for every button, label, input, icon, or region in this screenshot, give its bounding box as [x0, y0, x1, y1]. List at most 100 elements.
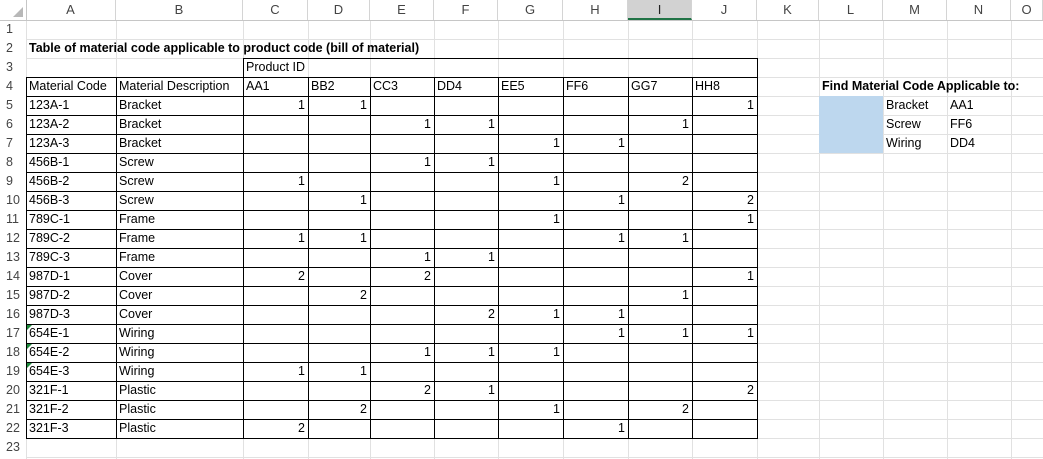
quantity-cell[interactable]: 1	[628, 229, 692, 248]
material-description-cell[interactable]: Wiring	[116, 343, 243, 362]
select-all-corner[interactable]	[0, 0, 27, 20]
quantity-cell[interactable]	[308, 115, 370, 134]
quantity-cell[interactable]: 1	[563, 134, 628, 153]
material-description-cell[interactable]: Wiring	[116, 324, 243, 343]
material-code-cell[interactable]: 456B-1	[26, 153, 116, 172]
row-header-1[interactable]: 1	[0, 20, 26, 39]
quantity-cell[interactable]	[628, 210, 692, 229]
material-description-cell[interactable]: Screw	[116, 191, 243, 210]
quantity-cell[interactable]: 2	[370, 381, 434, 400]
row-header-10[interactable]: 10	[0, 191, 26, 210]
quantity-cell[interactable]: 1	[563, 419, 628, 438]
quantity-cell[interactable]: 1	[308, 191, 370, 210]
quantity-cell[interactable]	[692, 305, 757, 324]
quantity-cell[interactable]	[243, 305, 308, 324]
quantity-cell[interactable]: 2	[692, 381, 757, 400]
quantity-cell[interactable]	[498, 96, 563, 115]
quantity-cell[interactable]	[370, 362, 434, 381]
material-description-cell[interactable]: Cover	[116, 305, 243, 324]
table-header-cell[interactable]: HH8	[692, 77, 757, 96]
quantity-cell[interactable]: 1	[628, 324, 692, 343]
material-description-cell[interactable]: Frame	[116, 248, 243, 267]
quantity-cell[interactable]: 1	[243, 362, 308, 381]
table-header-cell[interactable]: Material Description	[116, 77, 243, 96]
row-header-5[interactable]: 5	[0, 96, 26, 115]
quantity-cell[interactable]	[434, 210, 498, 229]
table-header-cell[interactable]: GG7	[628, 77, 692, 96]
quantity-cell[interactable]	[563, 153, 628, 172]
table-header-cell[interactable]: BB2	[308, 77, 370, 96]
quantity-cell[interactable]: 1	[563, 305, 628, 324]
quantity-cell[interactable]	[563, 400, 628, 419]
lookup-product-cell[interactable]: DD4	[947, 134, 978, 153]
row-header-7[interactable]: 7	[0, 134, 26, 153]
quantity-cell[interactable]	[308, 343, 370, 362]
quantity-cell[interactable]	[434, 229, 498, 248]
quantity-cell[interactable]	[370, 134, 434, 153]
lookup-description-cell[interactable]: Screw	[883, 115, 924, 134]
material-code-cell[interactable]: 789C-1	[26, 210, 116, 229]
table-header-cell[interactable]: FF6	[563, 77, 628, 96]
material-description-cell[interactable]: Wiring	[116, 362, 243, 381]
quantity-cell[interactable]	[692, 115, 757, 134]
row-header-16[interactable]: 16	[0, 305, 26, 324]
row-header-6[interactable]: 6	[0, 115, 26, 134]
column-header-l[interactable]: L	[819, 0, 883, 20]
row-header-19[interactable]: 19	[0, 362, 26, 381]
quantity-cell[interactable]	[563, 248, 628, 267]
quantity-cell[interactable]: 1	[308, 96, 370, 115]
row-header-9[interactable]: 9	[0, 172, 26, 191]
quantity-cell[interactable]	[628, 191, 692, 210]
material-code-cell[interactable]: 987D-1	[26, 267, 116, 286]
quantity-cell[interactable]	[563, 210, 628, 229]
material-description-cell[interactable]: Bracket	[116, 115, 243, 134]
quantity-cell[interactable]	[692, 248, 757, 267]
quantity-cell[interactable]	[498, 229, 563, 248]
quantity-cell[interactable]	[308, 305, 370, 324]
quantity-cell[interactable]: 1	[498, 305, 563, 324]
quantity-cell[interactable]: 1	[370, 343, 434, 362]
quantity-cell[interactable]: 1	[692, 210, 757, 229]
quantity-cell[interactable]: 1	[628, 115, 692, 134]
quantity-cell[interactable]	[498, 324, 563, 343]
row-header-4[interactable]: 4	[0, 77, 26, 96]
quantity-cell[interactable]	[498, 153, 563, 172]
quantity-cell[interactable]	[563, 267, 628, 286]
row-header-8[interactable]: 8	[0, 153, 26, 172]
quantity-cell[interactable]: 1	[243, 172, 308, 191]
table-header-cell[interactable]: EE5	[498, 77, 563, 96]
quantity-cell[interactable]	[370, 96, 434, 115]
quantity-cell[interactable]	[692, 286, 757, 305]
quantity-cell[interactable]: 1	[498, 343, 563, 362]
quantity-cell[interactable]: 1	[498, 172, 563, 191]
column-header-g[interactable]: G	[498, 0, 563, 20]
quantity-cell[interactable]: 1	[308, 362, 370, 381]
quantity-cell[interactable]: 1	[434, 115, 498, 134]
quantity-cell[interactable]	[308, 248, 370, 267]
quantity-cell[interactable]	[434, 134, 498, 153]
quantity-cell[interactable]	[692, 419, 757, 438]
material-description-cell[interactable]: Plastic	[116, 381, 243, 400]
column-header-h[interactable]: H	[563, 0, 628, 20]
quantity-cell[interactable]	[308, 381, 370, 400]
material-code-cell[interactable]: 654E-1	[26, 324, 116, 343]
quantity-cell[interactable]: 1	[370, 115, 434, 134]
error-indicator-icon[interactable]	[27, 344, 32, 349]
quantity-cell[interactable]: 1	[692, 96, 757, 115]
quantity-cell[interactable]: 1	[370, 153, 434, 172]
quantity-cell[interactable]	[243, 286, 308, 305]
row-header-18[interactable]: 18	[0, 343, 26, 362]
quantity-cell[interactable]: 2	[308, 286, 370, 305]
quantity-cell[interactable]	[628, 96, 692, 115]
material-code-cell[interactable]: 654E-3	[26, 362, 116, 381]
lookup-description-cell[interactable]: Bracket	[883, 96, 931, 115]
table-header-cell[interactable]: DD4	[434, 77, 498, 96]
material-code-cell[interactable]: 789C-3	[26, 248, 116, 267]
quantity-cell[interactable]: 2	[434, 305, 498, 324]
quantity-cell[interactable]	[434, 400, 498, 419]
quantity-cell[interactable]	[498, 362, 563, 381]
quantity-cell[interactable]	[370, 210, 434, 229]
column-header-j[interactable]: J	[692, 0, 757, 20]
quantity-cell[interactable]	[498, 267, 563, 286]
quantity-cell[interactable]	[370, 172, 434, 191]
